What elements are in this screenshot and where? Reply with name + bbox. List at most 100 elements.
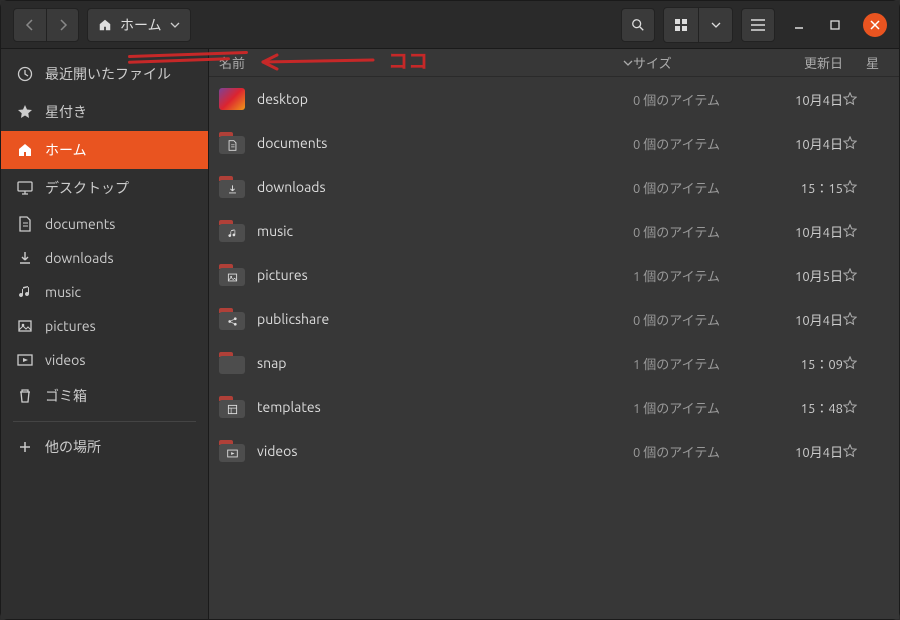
column-star[interactable]: 星 — [843, 53, 879, 72]
pathbar[interactable]: ホーム — [87, 8, 191, 42]
star-toggle[interactable] — [843, 224, 879, 238]
file-row[interactable]: videos0 個のアイテム10月4日 — [209, 429, 899, 473]
file-row[interactable]: snap1 個のアイテム15：09 — [209, 341, 899, 385]
grid-view-button[interactable] — [664, 8, 698, 42]
sidebar-item-label: music — [45, 284, 81, 300]
close-button[interactable] — [863, 13, 887, 37]
file-row[interactable]: documents0 個のアイテム10月4日 — [209, 121, 899, 165]
desktop-icon — [17, 180, 33, 196]
sidebar-item-home[interactable]: ホーム — [1, 131, 208, 169]
file-modified: 10月4日 — [773, 310, 843, 329]
file-size: 0 個のアイテム — [633, 178, 773, 197]
column-size[interactable]: サイズ — [633, 53, 773, 72]
search-icon — [631, 18, 645, 32]
maximize-button[interactable] — [823, 13, 847, 37]
column-header: 名前 サイズ 更新日 星 — [209, 49, 899, 77]
nav-group — [13, 8, 79, 42]
forward-button[interactable] — [46, 9, 78, 41]
file-modified: 15：48 — [773, 398, 843, 417]
star-toggle[interactable] — [843, 356, 879, 370]
main-pane: 名前 サイズ 更新日 星 desktop0 個のアイテム10月4日documen… — [209, 49, 899, 619]
star-outline-icon — [843, 180, 857, 194]
file-modified: 15：15 — [773, 178, 843, 197]
sidebar-item-video[interactable]: videos — [1, 343, 208, 377]
home-icon — [98, 18, 112, 32]
chevron-left-icon — [25, 19, 35, 31]
folder-icon — [219, 352, 245, 374]
sidebar-item-label: 星付き — [45, 102, 87, 122]
video-icon — [17, 352, 33, 368]
file-name-label: videos — [257, 443, 297, 459]
file-size: 1 個のアイテム — [633, 266, 773, 285]
window-body: 最近開いたファイル星付きホームデスクトップ documents downloads m… — [1, 49, 899, 619]
sidebar-item-label: 最近開いたファイル — [45, 64, 171, 84]
file-name-label: publicshare — [257, 311, 329, 327]
file-modified: 10月4日 — [773, 222, 843, 241]
file-name-label: downloads — [257, 179, 326, 195]
star-toggle[interactable] — [843, 312, 879, 326]
file-size: 0 個のアイテム — [633, 310, 773, 329]
music-icon — [17, 284, 33, 300]
sidebar-item-trash[interactable]: ゴミ箱 — [1, 377, 208, 415]
file-size: 0 個のアイテム — [633, 134, 773, 153]
sidebar-item-star[interactable]: 星付き — [1, 93, 208, 131]
sidebar-item-doc[interactable]: documents — [1, 207, 208, 241]
star-toggle[interactable] — [843, 180, 879, 194]
star-toggle[interactable] — [843, 400, 879, 414]
star-toggle[interactable] — [843, 268, 879, 282]
file-row[interactable]: templates1 個のアイテム15：48 — [209, 385, 899, 429]
star-toggle[interactable] — [843, 92, 879, 106]
grid-icon — [674, 18, 688, 32]
folder-icon — [219, 440, 245, 462]
sidebar: 最近開いたファイル星付きホームデスクトップ documents downloads m… — [1, 49, 209, 619]
file-name-label: pictures — [257, 267, 308, 283]
minimize-button[interactable] — [787, 13, 811, 37]
sidebar-item-label: ホーム — [45, 140, 87, 160]
star-outline-icon — [843, 444, 857, 458]
home-icon — [17, 142, 33, 158]
file-row[interactable]: publicshare 0 個のアイテム10月4日 — [209, 297, 899, 341]
minimize-icon — [793, 19, 805, 31]
file-row[interactable]: downloads 0 個のアイテム15：15 — [209, 165, 899, 209]
file-modified: 15：09 — [773, 354, 843, 373]
file-modified: 10月4日 — [773, 442, 843, 461]
star-outline-icon — [843, 400, 857, 414]
hamburger-icon — [751, 19, 765, 31]
column-modified[interactable]: 更新日 — [773, 53, 843, 72]
file-name-label: music — [257, 223, 293, 239]
file-size: 1 個のアイテム — [633, 398, 773, 417]
download-icon — [17, 250, 33, 266]
chevron-right-icon — [58, 19, 68, 31]
view-dropdown-button[interactable] — [698, 8, 732, 42]
path-label: ホーム — [120, 15, 162, 35]
sort-desc-icon — [623, 59, 633, 67]
star-outline-icon — [843, 136, 857, 150]
titlebar: ホーム — [1, 1, 899, 49]
file-row[interactable]: pictures1 個のアイテム10月5日 — [209, 253, 899, 297]
sidebar-item-desktop[interactable]: デスクトップ — [1, 169, 208, 207]
file-row[interactable]: desktop0 個のアイテム10月4日 — [209, 77, 899, 121]
search-button[interactable] — [621, 8, 655, 42]
back-button[interactable] — [14, 9, 46, 41]
sidebar-item-music[interactable]: music — [1, 275, 208, 309]
sidebar-item-label: ゴミ箱 — [45, 386, 87, 406]
maximize-icon — [829, 19, 841, 31]
folder-icon — [219, 396, 245, 418]
sidebar-item-clock[interactable]: 最近開いたファイル — [1, 55, 208, 93]
file-size: 1 個のアイテム — [633, 354, 773, 373]
sidebar-item-label: デスクトップ — [45, 178, 129, 198]
star-outline-icon — [843, 312, 857, 326]
menu-button[interactable] — [741, 8, 775, 42]
file-row[interactable]: music0 個のアイテム10月4日 — [209, 209, 899, 253]
star-toggle[interactable] — [843, 136, 879, 150]
column-name[interactable]: 名前 — [219, 53, 633, 72]
sidebar-item-label: pictures — [45, 318, 96, 334]
sidebar-item-plus[interactable]: 他の場所 — [1, 428, 208, 466]
sidebar-item-label: downloads — [45, 250, 114, 266]
sidebar-item-picture[interactable]: pictures — [1, 309, 208, 343]
sidebar-item-download[interactable]: downloads — [1, 241, 208, 275]
star-outline-icon — [843, 268, 857, 282]
picture-icon — [17, 318, 33, 334]
star-toggle[interactable] — [843, 444, 879, 458]
folder-icon — [219, 308, 245, 330]
